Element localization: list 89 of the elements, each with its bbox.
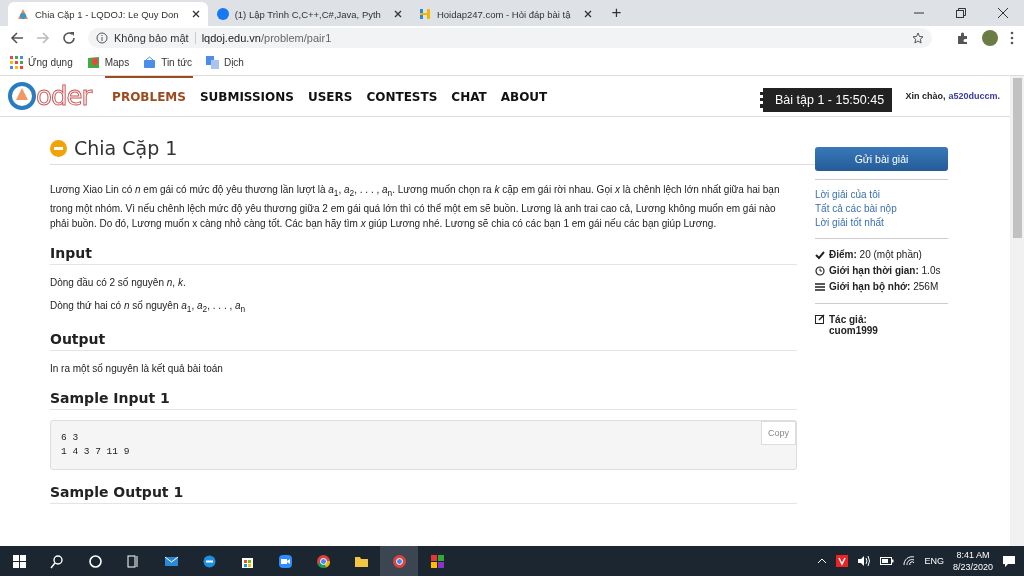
- news-icon: [143, 56, 157, 69]
- info-text: Giới hạn bộ nhớ: 256M: [829, 280, 939, 295]
- wifi-icon[interactable]: [903, 556, 916, 566]
- speaker-icon[interactable]: [857, 556, 872, 566]
- browser-tab[interactable]: Hoidap247.com - Hỏi đáp bài tậ: [409, 2, 600, 26]
- clock-date[interactable]: 8/23/2020: [952, 561, 993, 573]
- restore-icon[interactable]: [956, 8, 966, 18]
- windows-start-icon[interactable]: [11, 553, 27, 569]
- translate-icon: [205, 56, 219, 69]
- url-host: lqdoj.edu.vn: [201, 32, 261, 44]
- info-text: Điểm: 20 (một phần): [829, 248, 922, 262]
- puzzle-icon[interactable]: [956, 31, 970, 45]
- problem-title: Chia Cặp 1: [74, 137, 178, 159]
- info-text: Giới hạn thời gian: 1.0s: [829, 264, 941, 279]
- scrollbar[interactable]: [1010, 76, 1024, 546]
- check-icon: [815, 250, 825, 260]
- url-path: /problem/pair1: [260, 32, 332, 44]
- close-icon[interactable]: [998, 8, 1008, 18]
- greeting-text: Xin chào,: [905, 91, 946, 101]
- bookmark-item[interactable]: Maps: [86, 56, 130, 69]
- browser-tab[interactable]: (1) Lập Trình C,C++,C#,Java, Pyth: [207, 2, 410, 26]
- nav-link[interactable]: PROBLEMS: [105, 76, 193, 116]
- search-icon[interactable]: [49, 553, 65, 569]
- timer-overlay: Bài tập 1 - 15:50:45: [760, 88, 893, 112]
- bookmark-item[interactable]: Ứng dụng: [10, 56, 73, 69]
- site-logo-icon: [16, 7, 30, 21]
- chrome-icon[interactable]: [391, 553, 407, 569]
- colored-squares-icon[interactable]: [429, 553, 445, 569]
- author-name[interactable]: cuom1999: [829, 325, 878, 336]
- browser-e-icon[interactable]: [201, 553, 217, 569]
- close-icon[interactable]: [393, 10, 402, 18]
- minus-circle-icon: [50, 139, 67, 157]
- chrome-icon[interactable]: [315, 553, 331, 569]
- sidebar-link[interactable]: Tất cả các bài nộp: [815, 202, 948, 216]
- info-icon: [96, 32, 108, 44]
- video-camera-icon[interactable]: [277, 553, 293, 569]
- avatar-icon[interactable]: [982, 30, 998, 46]
- letter-logo-icon: [417, 7, 432, 21]
- nav-link[interactable]: ABOUT: [493, 76, 555, 116]
- back-icon[interactable]: [10, 31, 24, 45]
- circle-logo-icon: [215, 7, 230, 21]
- more-icon[interactable]: [1010, 31, 1014, 45]
- bookmark-label: Tin tức: [161, 57, 192, 68]
- section-heading: Input: [50, 245, 797, 265]
- close-icon[interactable]: [583, 10, 592, 18]
- clock-icon: [815, 266, 825, 276]
- copy-button[interactable]: Copy: [761, 421, 796, 445]
- security-label: Không bảo mật: [114, 32, 189, 44]
- caret-up-icon[interactable]: [817, 558, 828, 564]
- notification-icon[interactable]: [1002, 555, 1016, 567]
- submit-button[interactable]: Gửi bài giải: [815, 147, 948, 171]
- bookmark-item[interactable]: Tin tức: [143, 56, 192, 69]
- problem-statement: Lương Xiao Lin có n em gái có mức độ yêu thương lần lượt là a$_{1}$, a$_{2}$, . . . , a$_{n}$. Lương muốn chọn ra k cặp em gái rời nhau. Gọi x là chênh lệch lớn nhất giữa hai bạn trong một nhóm. Vì nếu chênh lệch mức độ yêu thương giữa 2 em gái quá lớn thì có thể một em sẽ buồn. Lương là anh trai cao cả, Lương không muốn em gái nào phải buồn. Do đó, Lương muốn x càng nhỏ càng tốt. Các bạn hãy tìm x giúp Lương nhé. Lương sẽ chia có các bạn 1 em gái nếu các bạn giúp Lương.: [50, 183, 781, 231]
- author-label: Tác giả:: [829, 314, 867, 325]
- battery-icon[interactable]: [880, 557, 895, 565]
- nav-link[interactable]: CHAT: [444, 76, 494, 116]
- section-heading: Sample Input 1: [50, 390, 797, 410]
- star-icon[interactable]: [912, 32, 924, 44]
- bookmark-label: Maps: [104, 57, 130, 68]
- v-logo-icon[interactable]: [836, 555, 849, 567]
- map-pin-icon: [86, 56, 100, 69]
- task-view-icon[interactable]: [125, 553, 141, 569]
- bookmark-label: Dịch: [223, 57, 244, 68]
- address-bar[interactable]: Không bảo mật lqdoj.edu.vn/problem/pair1: [88, 28, 932, 48]
- sidebar-link[interactable]: Lời giải của tôi: [815, 188, 948, 202]
- apps-grid-icon: [10, 56, 23, 69]
- username-link[interactable]: a520duccm.: [948, 91, 1000, 101]
- nav-link[interactable]: SUBMISSIONS: [192, 76, 301, 116]
- clock-time[interactable]: 8:41 AM: [952, 549, 993, 561]
- edit-icon: [815, 314, 825, 324]
- browser-tab[interactable]: Chia Cặp 1 - LQDOJ: Le Quy Don: [8, 2, 208, 26]
- section-heading: Sample Output 1: [50, 484, 797, 504]
- new-tab-button[interactable]: +: [599, 3, 634, 23]
- circle-icon[interactable]: [87, 553, 103, 569]
- sidebar-link[interactable]: Lời giải tốt nhất: [815, 216, 948, 230]
- language-indicator[interactable]: ENG: [924, 556, 944, 566]
- logo-c-icon: [8, 82, 36, 110]
- section-heading: Output: [50, 331, 797, 351]
- stacked-lines-icon: [815, 282, 825, 292]
- section-text: Dòng thứ hai có n số nguyên a$_{1}$, a$_{2}$, . . . , a$_{n}$: [50, 299, 247, 316]
- code-text: 6 3 1 4 3 7 11 9: [61, 432, 130, 457]
- section-text: Dòng đầu có 2 số nguyên n, k.: [50, 276, 187, 290]
- close-icon[interactable]: [191, 10, 200, 18]
- section-text: In ra một số nguyên là kết quả bài toán: [50, 362, 224, 376]
- reload-icon[interactable]: [62, 31, 76, 45]
- nav-link[interactable]: CONTESTS: [359, 76, 445, 116]
- nav-link[interactable]: USERS: [300, 76, 360, 116]
- bookmark-label: Ứng dụng: [28, 57, 73, 68]
- bookmark-item[interactable]: Dịch: [205, 56, 244, 69]
